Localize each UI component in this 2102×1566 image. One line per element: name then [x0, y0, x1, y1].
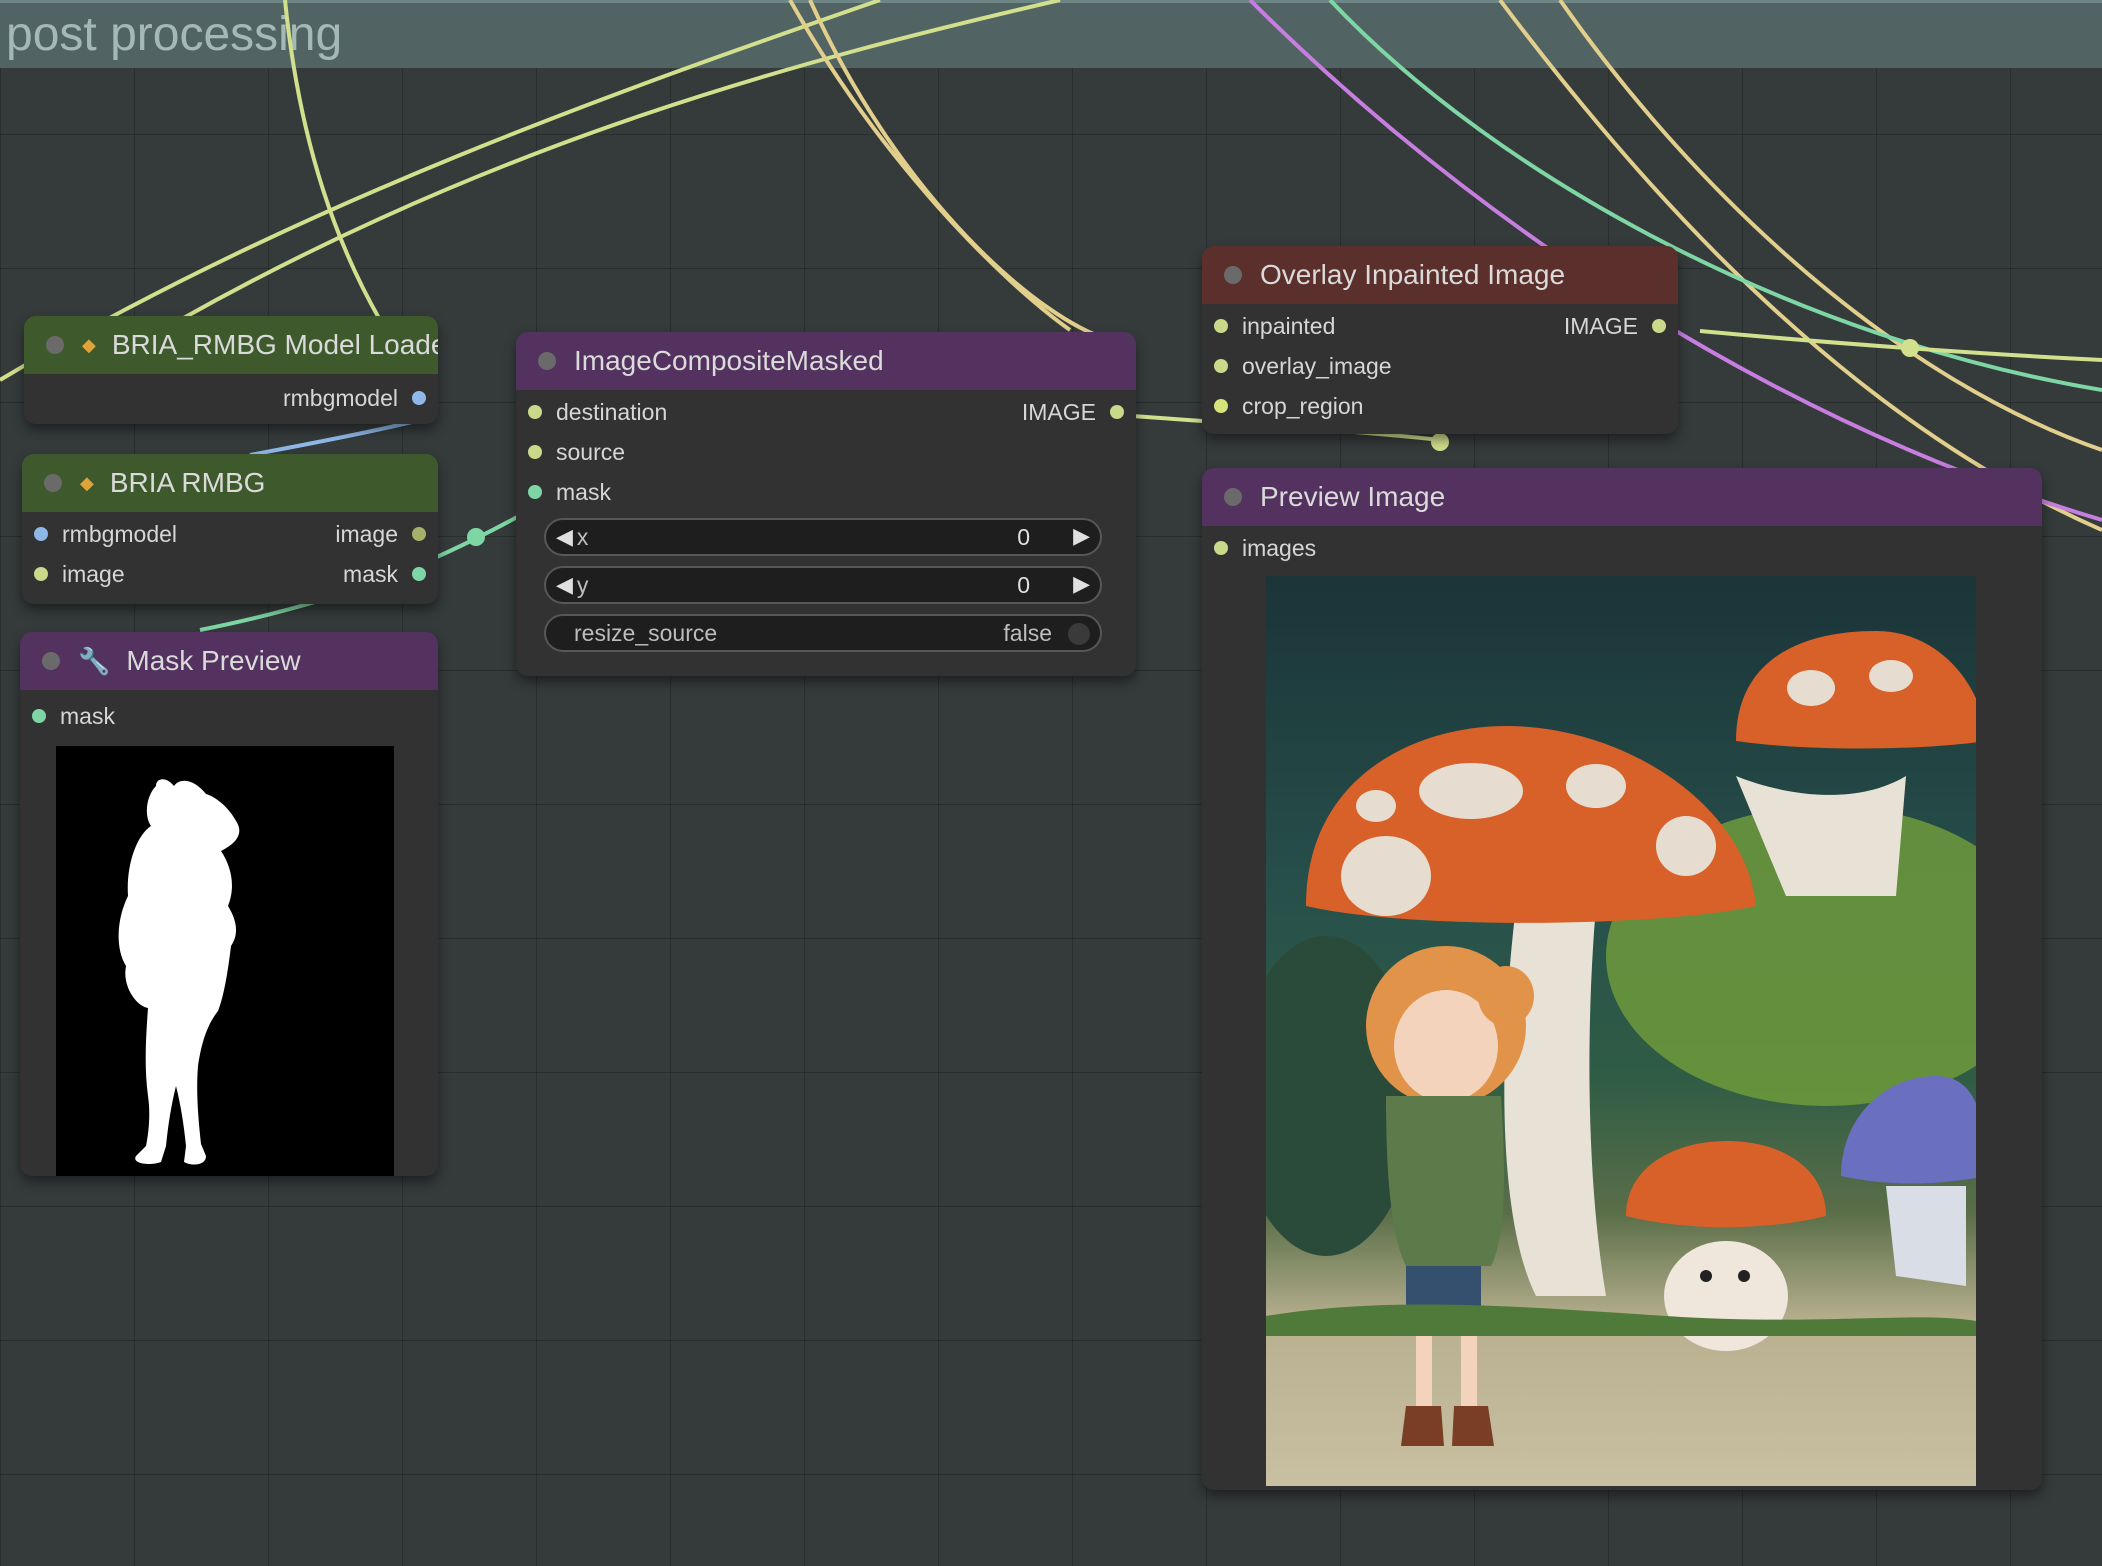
slot-row: destination IMAGE	[516, 392, 1136, 432]
slot-row: overlay_image	[1202, 346, 1678, 386]
increment-arrow-icon[interactable]: ▶	[1073, 571, 1090, 597]
node-title: BRIA RMBG	[109, 467, 266, 498]
node-bria-model-loader[interactable]: ◆ BRIA_RMBG Model Loader rmbgmodel	[24, 316, 438, 424]
mushroom-scene-graphic	[1266, 631, 1976, 1446]
input-slot-mask[interactable]: mask	[528, 472, 611, 512]
node-title: Mask Preview	[126, 645, 301, 676]
wire-image-4	[1699, 329, 2102, 362]
decrement-arrow-icon[interactable]: ◀	[556, 524, 573, 550]
slot-row: mask	[20, 696, 438, 736]
input-slot-rmbgmodel[interactable]: rmbgmodel	[34, 514, 177, 554]
decrement-arrow-icon[interactable]: ◀	[556, 572, 573, 598]
output-slot-image[interactable]: IMAGE	[1022, 392, 1124, 432]
mask-preview-image	[56, 746, 394, 1176]
collapse-dot-icon[interactable]	[42, 652, 60, 670]
slot-row: mask	[516, 472, 1136, 512]
wrench-icon: 🔧	[78, 645, 111, 676]
node-overlay-inpainted-image[interactable]: Overlay Inpainted Image inpainted IMAGE …	[1202, 246, 1678, 434]
widget-value: 0	[1017, 572, 1030, 598]
widget-y[interactable]: ◀ y 0 ▶	[544, 566, 1102, 604]
group-title: post processing	[6, 8, 343, 61]
node-image-composite-masked[interactable]: ImageCompositeMasked destination IMAGE s…	[516, 332, 1136, 676]
custom-node-icon: ◆	[82, 334, 96, 355]
input-slot-images[interactable]: images	[1214, 528, 1316, 568]
slot-dot-icon[interactable]	[32, 709, 46, 723]
slot-dot-icon[interactable]	[34, 567, 48, 581]
custom-node-icon: ◆	[80, 472, 94, 493]
slot-dot-icon[interactable]	[1110, 405, 1124, 419]
output-slot-rmbgmodel[interactable]: rmbgmodel	[283, 378, 426, 418]
input-slot-image[interactable]: image	[34, 554, 125, 594]
input-slot-crop-region[interactable]: crop_region	[1214, 386, 1363, 426]
node-header[interactable]: ◆ BRIA_RMBG Model Loader	[24, 316, 438, 374]
node-header[interactable]: ImageCompositeMasked	[516, 332, 1136, 390]
collapse-dot-icon[interactable]	[44, 474, 62, 492]
input-slot-overlay-image[interactable]: overlay_image	[1214, 346, 1392, 386]
wire-model-1	[249, 418, 421, 457]
node-header[interactable]: Preview Image	[1202, 468, 2042, 526]
slot-row: images	[1202, 528, 2042, 568]
slot-row: rmbgmodel	[24, 378, 438, 418]
widget-resize-source[interactable]: resize_source false	[544, 614, 1102, 652]
slot-row: crop_region	[1202, 386, 1678, 426]
widget-value: 0	[1017, 524, 1030, 550]
slot-dot-icon[interactable]	[528, 405, 542, 419]
slot-row: rmbgmodel image	[22, 514, 438, 554]
node-title: Preview Image	[1260, 481, 1446, 512]
slot-row: inpainted IMAGE	[1202, 306, 1678, 346]
slot-dot-icon[interactable]	[412, 567, 426, 581]
toggle-value: false	[1003, 620, 1052, 646]
node-title: Overlay Inpainted Image	[1260, 259, 1566, 290]
node-mask-preview[interactable]: 🔧 Mask Preview mask	[20, 632, 438, 1176]
input-slot-destination[interactable]: destination	[528, 392, 667, 432]
slot-dot-icon[interactable]	[34, 527, 48, 541]
slot-dot-icon[interactable]	[412, 527, 426, 541]
slot-dot-icon[interactable]	[528, 485, 542, 499]
wire-reroute-dot	[467, 528, 485, 546]
output-slot-image[interactable]: IMAGE	[1564, 306, 1666, 346]
collapse-dot-icon[interactable]	[46, 336, 64, 354]
node-header[interactable]: Overlay Inpainted Image	[1202, 246, 1678, 304]
input-slot-inpainted[interactable]: inpainted	[1214, 306, 1335, 346]
wire-reroute-dot	[1431, 433, 1449, 451]
silhouette-graphic	[118, 779, 240, 1165]
slot-row: source	[516, 432, 1136, 472]
preview-output-image	[1266, 576, 1976, 1486]
wire-reroute-dot	[1901, 339, 1919, 357]
slot-dot-icon[interactable]	[1652, 319, 1666, 333]
slot-dot-icon[interactable]	[1214, 541, 1228, 555]
slot-dot-icon[interactable]	[412, 391, 426, 405]
collapse-dot-icon[interactable]	[538, 352, 556, 370]
widget-x[interactable]: ◀ x 0 ▶	[544, 518, 1102, 556]
output-slot-mask[interactable]: mask	[343, 554, 426, 594]
collapse-dot-icon[interactable]	[1224, 488, 1242, 506]
node-bria-rmbg[interactable]: ◆ BRIA RMBG rmbgmodel image image mask	[22, 454, 438, 604]
group-header[interactable]: post processing	[0, 0, 2102, 68]
slot-row: image mask	[22, 554, 438, 594]
slot-dot-icon[interactable]	[1214, 359, 1228, 373]
node-header[interactable]: ◆ BRIA RMBG	[22, 454, 438, 512]
output-slot-image[interactable]: image	[335, 514, 426, 554]
collapse-dot-icon[interactable]	[1224, 266, 1242, 284]
slot-dot-icon[interactable]	[1214, 399, 1228, 413]
input-slot-mask[interactable]: mask	[32, 696, 115, 736]
input-slot-source[interactable]: source	[528, 432, 625, 472]
slot-dot-icon[interactable]	[528, 445, 542, 459]
toggle-knob-icon[interactable]	[1068, 623, 1090, 645]
slot-dot-icon[interactable]	[1214, 319, 1228, 333]
node-preview-image[interactable]: Preview Image images	[1202, 468, 2042, 1490]
node-header[interactable]: 🔧 Mask Preview	[20, 632, 438, 690]
node-title: ImageCompositeMasked	[574, 345, 884, 376]
node-title: BRIA_RMBG Model Loader	[111, 329, 438, 360]
increment-arrow-icon[interactable]: ▶	[1073, 523, 1090, 549]
